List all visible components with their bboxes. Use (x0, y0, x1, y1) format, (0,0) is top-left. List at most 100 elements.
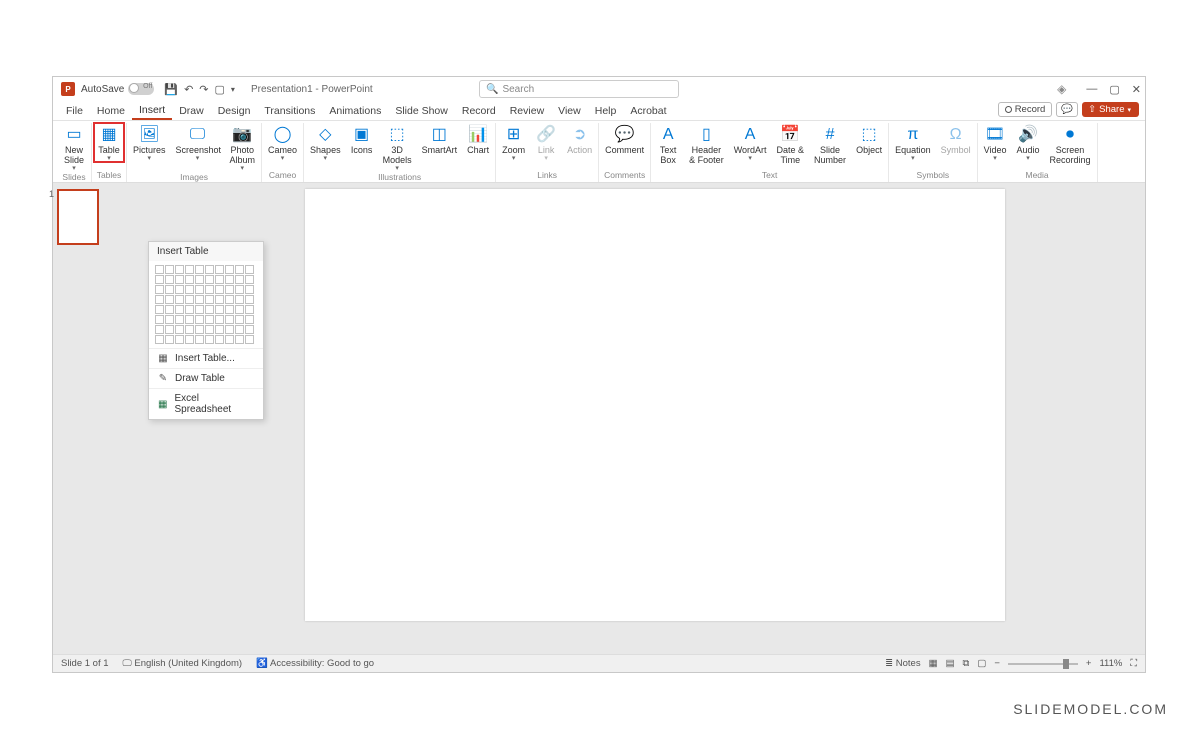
grid-cell[interactable] (225, 275, 234, 284)
grid-cell[interactable] (165, 305, 174, 314)
grid-cell[interactable] (245, 335, 254, 344)
ribbon-slide-number-button[interactable]: #Slide Number (810, 123, 850, 168)
view-normal-icon[interactable]: ▦ (929, 658, 938, 669)
grid-cell[interactable] (225, 265, 234, 274)
record-button[interactable]: Record (998, 102, 1053, 117)
ribbon-photo-album-button[interactable]: 📷Photo Album▾ (226, 123, 260, 172)
grid-cell[interactable] (235, 295, 244, 304)
grid-cell[interactable] (175, 315, 184, 324)
grid-cell[interactable] (175, 265, 184, 274)
grid-cell[interactable] (175, 335, 184, 344)
tab-animations[interactable]: Animations (322, 101, 388, 120)
ribbon-smartart-button[interactable]: ◫SmartArt (418, 123, 462, 158)
grid-cell[interactable] (175, 285, 184, 294)
grid-cell[interactable] (245, 305, 254, 314)
grid-cell[interactable] (235, 265, 244, 274)
tab-transitions[interactable]: Transitions (257, 101, 322, 120)
grid-cell[interactable] (185, 305, 194, 314)
ribbon-screen-recording-button[interactable]: ⏺Screen Recording (1046, 123, 1095, 168)
grid-cell[interactable] (205, 295, 214, 304)
grid-cell[interactable] (225, 285, 234, 294)
qat-dropdown-icon[interactable]: ▾ (231, 85, 235, 94)
grid-cell[interactable] (245, 275, 254, 284)
grid-cell[interactable] (235, 305, 244, 314)
view-sorter-icon[interactable]: ▤ (946, 658, 955, 669)
grid-cell[interactable] (205, 315, 214, 324)
grid-cell[interactable] (245, 265, 254, 274)
insert-table-menuitem[interactable]: ▦Insert Table... (149, 348, 263, 368)
tab-slideshow[interactable]: Slide Show (388, 101, 455, 120)
grid-cell[interactable] (215, 325, 224, 334)
tab-help[interactable]: Help (588, 101, 624, 120)
grid-cell[interactable] (155, 275, 164, 284)
zoom-in[interactable]: + (1086, 658, 1092, 669)
grid-cell[interactable] (245, 285, 254, 294)
grid-cell[interactable] (195, 285, 204, 294)
tab-view[interactable]: View (551, 101, 588, 120)
grid-cell[interactable] (165, 325, 174, 334)
grid-cell[interactable] (155, 335, 164, 344)
grid-cell[interactable] (235, 285, 244, 294)
grid-cell[interactable] (225, 325, 234, 334)
grid-cell[interactable] (225, 315, 234, 324)
ribbon-audio-button[interactable]: 🔊Audio▾ (1012, 123, 1043, 162)
grid-cell[interactable] (245, 315, 254, 324)
grid-cell[interactable] (215, 275, 224, 284)
grid-cell[interactable] (165, 295, 174, 304)
tab-file[interactable]: File (59, 101, 90, 120)
tab-draw[interactable]: Draw (172, 101, 211, 120)
excel-spreadsheet-menuitem[interactable]: ▦Excel Spreadsheet (149, 388, 263, 419)
grid-cell[interactable] (185, 265, 194, 274)
grid-cell[interactable] (235, 335, 244, 344)
grid-cell[interactable] (225, 305, 234, 314)
save-icon[interactable]: 💾 (164, 83, 178, 96)
status-lang[interactable]: 🖵 English (United Kingdom) (123, 658, 243, 669)
grid-cell[interactable] (205, 305, 214, 314)
zoom-value[interactable]: 111% (1099, 658, 1122, 669)
grid-cell[interactable] (165, 265, 174, 274)
grid-cell[interactable] (245, 295, 254, 304)
undo-icon[interactable]: ↶ (184, 83, 193, 96)
grid-cell[interactable] (225, 295, 234, 304)
grid-cell[interactable] (185, 295, 194, 304)
grid-cell[interactable] (175, 295, 184, 304)
table-size-grid[interactable] (149, 261, 263, 348)
grid-cell[interactable] (215, 265, 224, 274)
zoom-slider[interactable] (1008, 663, 1078, 665)
grid-cell[interactable] (185, 315, 194, 324)
minimize-button[interactable]: — (1086, 83, 1097, 95)
grid-cell[interactable] (185, 325, 194, 334)
zoom-out[interactable]: − (994, 658, 1000, 669)
autosave-switch[interactable]: Off (128, 83, 154, 95)
grid-cell[interactable] (175, 275, 184, 284)
ribbon-zoom-button[interactable]: ⊞Zoom▾ (498, 123, 529, 162)
grid-cell[interactable] (155, 325, 164, 334)
grid-cell[interactable] (215, 295, 224, 304)
status-accessibility[interactable]: ♿ Accessibility: Good to go (256, 658, 374, 669)
slide-thumbnail-1[interactable] (57, 189, 99, 245)
grid-cell[interactable] (215, 305, 224, 314)
ribbon-object-button[interactable]: ⬚Object (852, 123, 886, 158)
ribbon-date-time-button[interactable]: 📅Date & Time (773, 123, 809, 168)
maximize-button[interactable]: ▢ (1109, 83, 1119, 96)
ribbon-equation-button[interactable]: πEquation▾ (891, 123, 935, 162)
grid-cell[interactable] (215, 335, 224, 344)
view-reading-icon[interactable]: ⧉ (963, 658, 970, 669)
grid-cell[interactable] (195, 265, 204, 274)
tab-acrobat[interactable]: Acrobat (623, 101, 673, 120)
grid-cell[interactable] (235, 325, 244, 334)
ribbon-3d-models-button[interactable]: ⬚3D Models▾ (379, 123, 416, 172)
tab-design[interactable]: Design (211, 101, 258, 120)
comments-toggle[interactable]: 💬 (1056, 102, 1078, 117)
redo-icon[interactable]: ↷ (199, 83, 208, 96)
grid-cell[interactable] (205, 275, 214, 284)
grid-cell[interactable] (155, 315, 164, 324)
grid-cell[interactable] (195, 325, 204, 334)
grid-cell[interactable] (155, 305, 164, 314)
grid-cell[interactable] (215, 285, 224, 294)
tab-insert[interactable]: Insert (132, 101, 172, 120)
grid-cell[interactable] (165, 335, 174, 344)
ribbon-header-footer-button[interactable]: ▯Header & Footer (685, 123, 728, 168)
tab-review[interactable]: Review (503, 101, 551, 120)
tab-record[interactable]: Record (455, 101, 503, 120)
